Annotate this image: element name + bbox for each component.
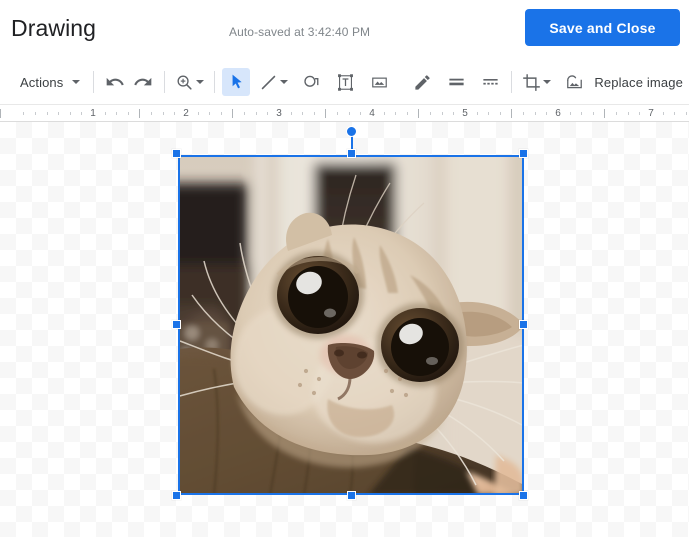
line-dash-icon — [481, 73, 500, 92]
header-bar: Drawing Auto-saved at 3:42:40 PM Save an… — [0, 0, 689, 56]
ruler-label: 7 — [648, 108, 654, 119]
ruler-label: 3 — [276, 108, 282, 119]
actions-menu-label: Actions — [20, 74, 64, 90]
text-box-tool[interactable] — [331, 68, 359, 96]
image-mask-icon — [565, 73, 584, 92]
replace-image-button[interactable]: Replace image — [594, 75, 683, 90]
chevron-down-icon — [72, 80, 81, 84]
cursor-arrow-icon — [227, 73, 246, 92]
image-icon — [370, 73, 389, 92]
toolbar: Actions Replace image — [0, 62, 689, 102]
resize-handle-bottom-center[interactable] — [347, 491, 356, 500]
crop-icon — [522, 73, 541, 92]
chevron-down-icon — [196, 80, 205, 84]
ruler-label: 4 — [369, 108, 375, 119]
resize-handle-bottom-left[interactable] — [172, 491, 181, 500]
autosave-status: Auto-saved at 3:42:40 PM — [229, 25, 371, 39]
mask-image-tool[interactable] — [560, 68, 588, 96]
shape-icon — [302, 73, 321, 92]
resize-handle-middle-left[interactable] — [172, 320, 181, 329]
cat-photo[interactable] — [178, 155, 524, 495]
ruler-label: 2 — [183, 108, 189, 119]
border-color-tool[interactable] — [408, 68, 436, 96]
page-title: Drawing — [11, 15, 97, 41]
save-and-close-button[interactable]: Save and Close — [525, 9, 680, 46]
crop-tool[interactable] — [519, 68, 554, 96]
cat-photo-artwork — [178, 155, 524, 495]
resize-handle-middle-right[interactable] — [519, 320, 528, 329]
resize-handle-top-right[interactable] — [519, 149, 528, 158]
resize-handle-bottom-right[interactable] — [519, 491, 528, 500]
rotation-handle[interactable] — [346, 126, 357, 137]
toolbar-divider — [93, 71, 95, 93]
zoom-button[interactable] — [172, 68, 207, 96]
magnifier-plus-icon — [175, 73, 194, 92]
toolbar-divider — [511, 71, 513, 93]
pencil-icon — [413, 73, 432, 92]
undo-button[interactable] — [101, 68, 129, 96]
insert-image-tool[interactable] — [365, 68, 393, 96]
toolbar-divider — [214, 71, 216, 93]
ruler-label: 6 — [555, 108, 561, 119]
selected-image-object[interactable] — [172, 126, 528, 500]
chevron-down-icon — [280, 80, 289, 84]
resize-handle-top-center[interactable] — [347, 149, 356, 158]
resize-handle-top-left[interactable] — [172, 149, 181, 158]
horizontal-ruler[interactable]: 1 2 3 4 5 6 7 — [0, 104, 689, 122]
border-weight-tool[interactable] — [442, 68, 470, 96]
line-weight-icon — [447, 73, 466, 92]
actions-menu[interactable]: Actions — [8, 68, 86, 96]
undo-icon — [105, 72, 125, 92]
chevron-down-icon — [543, 80, 552, 84]
redo-icon — [133, 72, 153, 92]
shape-tool[interactable] — [297, 68, 325, 96]
border-dash-tool[interactable] — [476, 68, 504, 96]
line-icon — [259, 73, 278, 92]
redo-button[interactable] — [129, 68, 157, 96]
toolbar-divider — [164, 71, 166, 93]
drawing-editor-window: Drawing Auto-saved at 3:42:40 PM Save an… — [0, 0, 689, 537]
ruler-label: 1 — [90, 108, 96, 119]
text-box-icon — [336, 73, 355, 92]
select-tool[interactable] — [222, 68, 251, 96]
line-tool[interactable] — [256, 68, 291, 96]
ruler-label: 5 — [462, 108, 468, 119]
